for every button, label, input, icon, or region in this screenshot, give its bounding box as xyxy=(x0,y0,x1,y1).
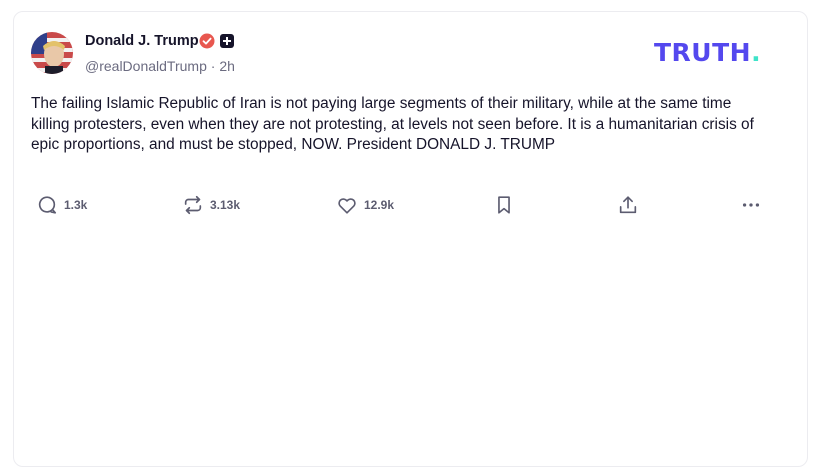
like-button[interactable]: 12.9k xyxy=(336,190,394,220)
avatar[interactable] xyxy=(31,32,73,74)
bookmark-icon xyxy=(498,196,510,214)
post-time[interactable]: 2h xyxy=(219,58,235,74)
post-meta: @realDonaldTrump · 2h xyxy=(85,58,235,74)
share-button[interactable] xyxy=(617,190,639,220)
more-button[interactable] xyxy=(740,190,762,220)
more-dots-icon xyxy=(742,203,760,207)
bookmark-button[interactable] xyxy=(493,190,515,220)
logo-dot: . xyxy=(751,38,762,67)
logo-text: TRUTH xyxy=(654,38,752,67)
heart-icon xyxy=(338,198,356,214)
action-bar: 1.3k 3.13k 12.9k xyxy=(14,190,809,220)
verified-badge-icon xyxy=(199,33,215,49)
plus-square-icon xyxy=(220,34,234,48)
share-icon xyxy=(619,196,637,214)
post-body: The failing Islamic Republic of Iran is … xyxy=(31,95,754,153)
author-handle[interactable]: @realDonaldTrump xyxy=(85,58,207,74)
retruth-icon xyxy=(184,195,202,215)
meta-separator: · xyxy=(210,58,216,74)
post-card: Donald J. Trump @realDonaldTrump · 2h TR… xyxy=(13,11,808,467)
reply-bubble-icon xyxy=(38,196,57,214)
reply-count: 1.3k xyxy=(64,198,88,212)
retruth-count: 3.13k xyxy=(210,198,241,212)
truth-logo[interactable]: TRUTH. xyxy=(654,38,761,67)
reply-button[interactable]: 1.3k xyxy=(36,190,87,220)
author-name[interactable]: Donald J. Trump xyxy=(85,33,199,49)
retruth-button[interactable]: 3.13k xyxy=(182,190,240,220)
like-count: 12.9k xyxy=(364,198,395,212)
